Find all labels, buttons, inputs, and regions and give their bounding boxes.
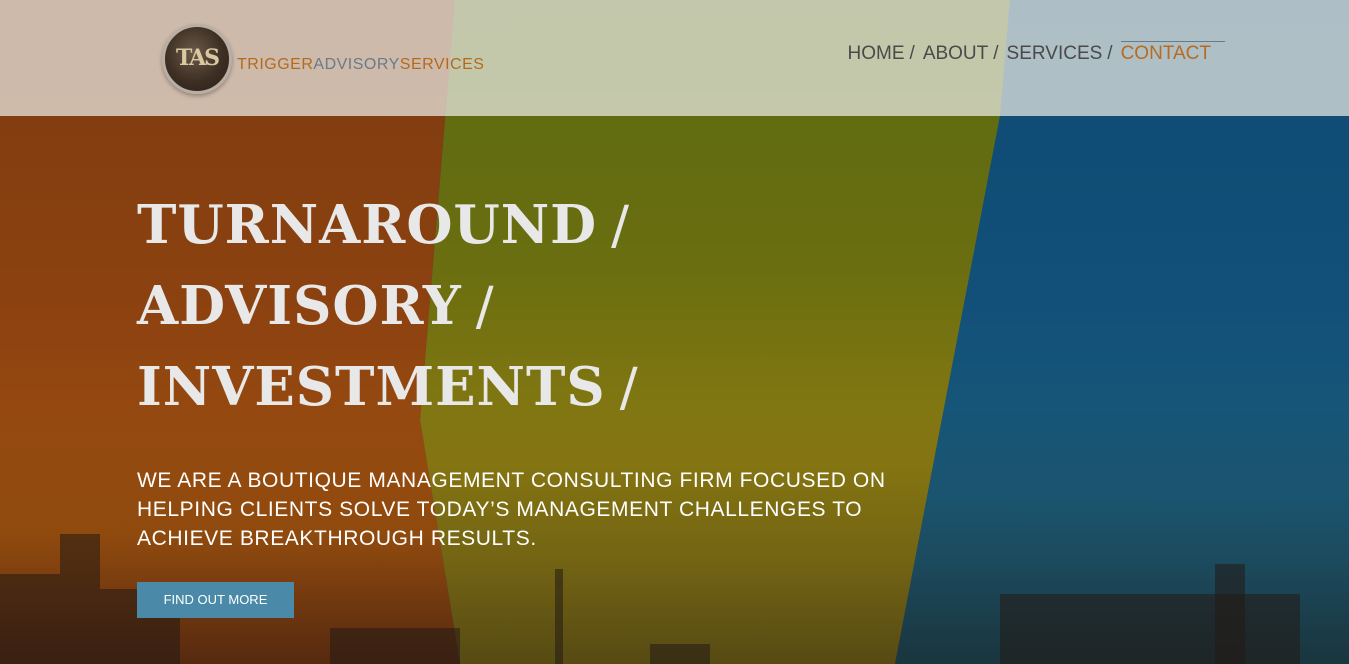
hero-line-advisory: ADVISORY /: [137, 266, 639, 347]
skyline-building: [1000, 594, 1300, 664]
site-header: TAS TRIGGERADVISORYSERVICES HOME / ABOUT…: [0, 0, 1349, 116]
nav-separator: /: [993, 43, 999, 64]
hero-headline: TURNAROUND / ADVISORY / INVESTMENTS /: [137, 185, 639, 428]
hero-line-turnaround: TURNAROUND /: [137, 185, 639, 266]
brand-name-part3: SERVICES: [399, 56, 485, 73]
brand-name: TRIGGERADVISORYSERVICES: [237, 56, 484, 74]
page: TAS TRIGGERADVISORYSERVICES HOME / ABOUT…: [0, 0, 1349, 664]
main-nav: HOME / ABOUT / SERVICES / CONTACT: [848, 41, 1226, 65]
nav-item-home[interactable]: HOME: [848, 43, 905, 65]
hero-line-text: TURNAROUND: [137, 194, 598, 256]
hero-line-slash: /: [475, 276, 495, 337]
logo-mark: TAS: [175, 45, 220, 71]
brand-name-part1: TRIGGER: [237, 56, 314, 73]
skyline-building: [650, 644, 710, 664]
hero-line-slash: /: [611, 195, 630, 256]
skyline-building: [330, 628, 460, 664]
nav-item-services[interactable]: SERVICES: [1007, 43, 1103, 65]
find-out-more-button[interactable]: FIND OUT MORE: [137, 582, 294, 618]
hero-line-investments: INVESTMENTS /: [137, 347, 639, 428]
skyline-building: [0, 574, 60, 664]
hero-line-text: INVESTMENTS: [137, 356, 606, 418]
skyline-building: [555, 569, 563, 664]
nav-item-about[interactable]: ABOUT: [923, 43, 988, 65]
hero-description: WE ARE A BOUTIQUE MANAGEMENT CONSULTING …: [137, 469, 886, 550]
nav-item-contact[interactable]: CONTACT: [1120, 41, 1226, 65]
brand-name-part2: ADVISORY: [313, 56, 400, 73]
nav-separator: /: [909, 43, 915, 64]
nav-separator: /: [1107, 43, 1113, 64]
logo-emblem: TAS: [162, 24, 232, 94]
skyline-building: [1215, 564, 1245, 664]
logo-link[interactable]: TAS TRIGGERADVISORYSERVICES: [158, 22, 484, 98]
hero-line-text: ADVISORY: [137, 275, 462, 337]
skyline-building: [60, 534, 100, 664]
hero-line-slash: /: [619, 357, 639, 418]
